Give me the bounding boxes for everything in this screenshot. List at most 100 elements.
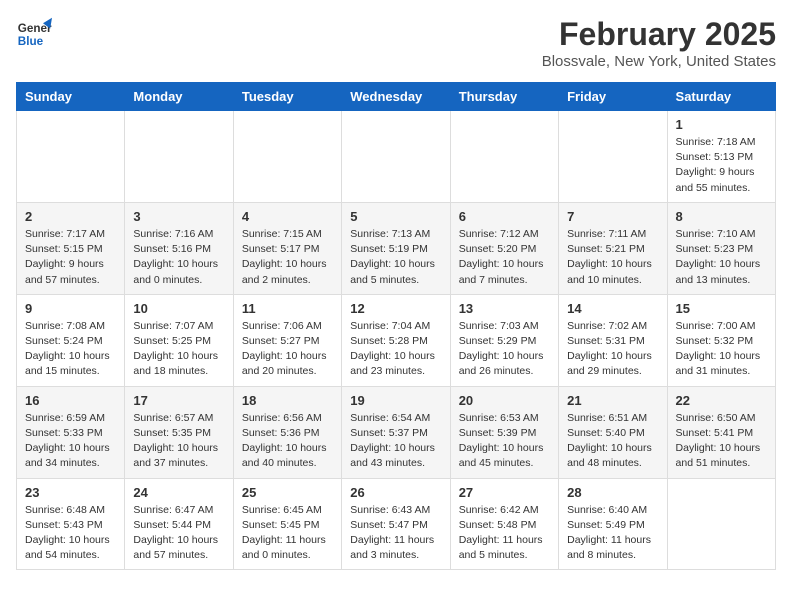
day-info: Sunrise: 6:59 AM Sunset: 5:33 PM Dayligh… xyxy=(25,411,116,472)
day-number: 26 xyxy=(350,485,441,500)
logo: General Blue xyxy=(16,16,52,52)
weekday-header-row: SundayMondayTuesdayWednesdayThursdayFrid… xyxy=(17,83,776,111)
calendar-cell: 7 Sunrise: 7:11 AM Sunset: 5:21 PM Daylig… xyxy=(559,202,667,294)
weekday-header-saturday: Saturday xyxy=(667,83,775,111)
day-info: Sunrise: 7:15 AM Sunset: 5:17 PM Dayligh… xyxy=(242,227,333,288)
day-number: 11 xyxy=(242,301,333,316)
day-info: Sunrise: 7:02 AM Sunset: 5:31 PM Dayligh… xyxy=(567,319,658,380)
calendar-cell: 17 Sunrise: 6:57 AM Sunset: 5:35 PM Dayli… xyxy=(125,386,233,478)
day-number: 6 xyxy=(459,209,550,224)
weekday-header-wednesday: Wednesday xyxy=(342,83,450,111)
day-info: Sunrise: 7:10 AM Sunset: 5:23 PM Dayligh… xyxy=(676,227,767,288)
calendar-cell xyxy=(17,111,125,203)
day-info: Sunrise: 6:45 AM Sunset: 5:45 PM Dayligh… xyxy=(242,503,333,564)
day-number: 9 xyxy=(25,301,116,316)
day-info: Sunrise: 6:50 AM Sunset: 5:41 PM Dayligh… xyxy=(676,411,767,472)
calendar-cell: 15 Sunrise: 7:00 AM Sunset: 5:32 PM Dayli… xyxy=(667,294,775,386)
day-info: Sunrise: 7:03 AM Sunset: 5:29 PM Dayligh… xyxy=(459,319,550,380)
calendar-cell xyxy=(667,478,775,570)
calendar-cell: 20 Sunrise: 6:53 AM Sunset: 5:39 PM Dayli… xyxy=(450,386,558,478)
day-info: Sunrise: 7:17 AM Sunset: 5:15 PM Dayligh… xyxy=(25,227,116,288)
day-number: 3 xyxy=(133,209,224,224)
day-info: Sunrise: 6:54 AM Sunset: 5:37 PM Dayligh… xyxy=(350,411,441,472)
day-number: 10 xyxy=(133,301,224,316)
day-number: 5 xyxy=(350,209,441,224)
day-info: Sunrise: 7:00 AM Sunset: 5:32 PM Dayligh… xyxy=(676,319,767,380)
day-info: Sunrise: 7:04 AM Sunset: 5:28 PM Dayligh… xyxy=(350,319,441,380)
day-info: Sunrise: 6:42 AM Sunset: 5:48 PM Dayligh… xyxy=(459,503,550,564)
day-info: Sunrise: 6:57 AM Sunset: 5:35 PM Dayligh… xyxy=(133,411,224,472)
page-subtitle: Blossvale, New York, United States xyxy=(542,53,776,70)
day-info: Sunrise: 7:11 AM Sunset: 5:21 PM Dayligh… xyxy=(567,227,658,288)
calendar-cell: 9Sunrise: 7:08 AM Sunset: 5:24 PM Daylig… xyxy=(17,294,125,386)
weekday-header-sunday: Sunday xyxy=(17,83,125,111)
calendar-cell xyxy=(125,111,233,203)
day-number: 2 xyxy=(25,209,116,224)
calendar-cell: 16 Sunrise: 6:59 AM Sunset: 5:33 PM Dayli… xyxy=(17,386,125,478)
calendar-cell: 8 Sunrise: 7:10 AM Sunset: 5:23 PM Daylig… xyxy=(667,202,775,294)
day-info: Sunrise: 6:40 AM Sunset: 5:49 PM Dayligh… xyxy=(567,503,658,564)
day-number: 15 xyxy=(676,301,767,316)
weekday-header-friday: Friday xyxy=(559,83,667,111)
logo-icon: General Blue xyxy=(16,16,52,52)
calendar-cell: 10 Sunrise: 7:07 AM Sunset: 5:25 PM Dayli… xyxy=(125,294,233,386)
calendar-cell: 12 Sunrise: 7:04 AM Sunset: 5:28 PM Dayli… xyxy=(342,294,450,386)
day-info: Sunrise: 6:56 AM Sunset: 5:36 PM Dayligh… xyxy=(242,411,333,472)
calendar-cell: 27 Sunrise: 6:42 AM Sunset: 5:48 PM Dayli… xyxy=(450,478,558,570)
calendar-cell: 19 Sunrise: 6:54 AM Sunset: 5:37 PM Dayli… xyxy=(342,386,450,478)
weekday-header-monday: Monday xyxy=(125,83,233,111)
calendar-cell xyxy=(342,111,450,203)
week-row-2: 9Sunrise: 7:08 AM Sunset: 5:24 PM Daylig… xyxy=(17,294,776,386)
day-info: Sunrise: 7:07 AM Sunset: 5:25 PM Dayligh… xyxy=(133,319,224,380)
calendar-cell: 21Sunrise: 6:51 AM Sunset: 5:40 PM Dayli… xyxy=(559,386,667,478)
day-number: 8 xyxy=(676,209,767,224)
day-number: 12 xyxy=(350,301,441,316)
day-info: Sunrise: 7:18 AM Sunset: 5:13 PM Dayligh… xyxy=(676,135,767,196)
day-info: Sunrise: 7:06 AM Sunset: 5:27 PM Dayligh… xyxy=(242,319,333,380)
calendar-table: SundayMondayTuesdayWednesdayThursdayFrid… xyxy=(16,82,776,570)
day-info: Sunrise: 6:48 AM Sunset: 5:43 PM Dayligh… xyxy=(25,503,116,564)
weekday-header-tuesday: Tuesday xyxy=(233,83,341,111)
day-info: Sunrise: 7:13 AM Sunset: 5:19 PM Dayligh… xyxy=(350,227,441,288)
week-row-0: 1 Sunrise: 7:18 AM Sunset: 5:13 PM Daylig… xyxy=(17,111,776,203)
day-number: 24 xyxy=(133,485,224,500)
day-number: 17 xyxy=(133,393,224,408)
calendar-cell: 26 Sunrise: 6:43 AM Sunset: 5:47 PM Dayli… xyxy=(342,478,450,570)
day-number: 14 xyxy=(567,301,658,316)
day-number: 28 xyxy=(567,485,658,500)
day-info: Sunrise: 6:47 AM Sunset: 5:44 PM Dayligh… xyxy=(133,503,224,564)
day-info: Sunrise: 7:12 AM Sunset: 5:20 PM Dayligh… xyxy=(459,227,550,288)
calendar-cell: 5 Sunrise: 7:13 AM Sunset: 5:19 PM Daylig… xyxy=(342,202,450,294)
calendar-cell xyxy=(559,111,667,203)
day-info: Sunrise: 6:43 AM Sunset: 5:47 PM Dayligh… xyxy=(350,503,441,564)
calendar-cell: 6 Sunrise: 7:12 AM Sunset: 5:20 PM Daylig… xyxy=(450,202,558,294)
calendar-cell: 11 Sunrise: 7:06 AM Sunset: 5:27 PM Dayli… xyxy=(233,294,341,386)
calendar-cell: 4 Sunrise: 7:15 AM Sunset: 5:17 PM Daylig… xyxy=(233,202,341,294)
calendar-cell: 1 Sunrise: 7:18 AM Sunset: 5:13 PM Daylig… xyxy=(667,111,775,203)
day-number: 1 xyxy=(676,117,767,132)
day-info: Sunrise: 6:53 AM Sunset: 5:39 PM Dayligh… xyxy=(459,411,550,472)
header: General Blue February 2025 Blossvale, Ne… xyxy=(16,16,776,70)
weekday-header-thursday: Thursday xyxy=(450,83,558,111)
day-number: 20 xyxy=(459,393,550,408)
calendar-cell xyxy=(233,111,341,203)
svg-text:Blue: Blue xyxy=(18,35,44,48)
calendar-cell: 14 Sunrise: 7:02 AM Sunset: 5:31 PM Dayli… xyxy=(559,294,667,386)
day-number: 25 xyxy=(242,485,333,500)
day-number: 4 xyxy=(242,209,333,224)
day-number: 22 xyxy=(676,393,767,408)
week-row-1: 2 Sunrise: 7:17 AM Sunset: 5:15 PM Daylig… xyxy=(17,202,776,294)
day-info: Sunrise: 6:51 AM Sunset: 5:40 PM Dayligh… xyxy=(567,411,658,472)
calendar-cell: 18 Sunrise: 6:56 AM Sunset: 5:36 PM Dayli… xyxy=(233,386,341,478)
day-number: 19 xyxy=(350,393,441,408)
calendar-cell: 2 Sunrise: 7:17 AM Sunset: 5:15 PM Daylig… xyxy=(17,202,125,294)
day-number: 27 xyxy=(459,485,550,500)
day-info: Sunrise: 7:16 AM Sunset: 5:16 PM Dayligh… xyxy=(133,227,224,288)
day-number: 18 xyxy=(242,393,333,408)
page-title: February 2025 xyxy=(542,16,776,53)
day-number: 23 xyxy=(25,485,116,500)
day-number: 7 xyxy=(567,209,658,224)
calendar-cell: 23 Sunrise: 6:48 AM Sunset: 5:43 PM Dayli… xyxy=(17,478,125,570)
day-number: 16 xyxy=(25,393,116,408)
calendar-cell: 22 Sunrise: 6:50 AM Sunset: 5:41 PM Dayli… xyxy=(667,386,775,478)
